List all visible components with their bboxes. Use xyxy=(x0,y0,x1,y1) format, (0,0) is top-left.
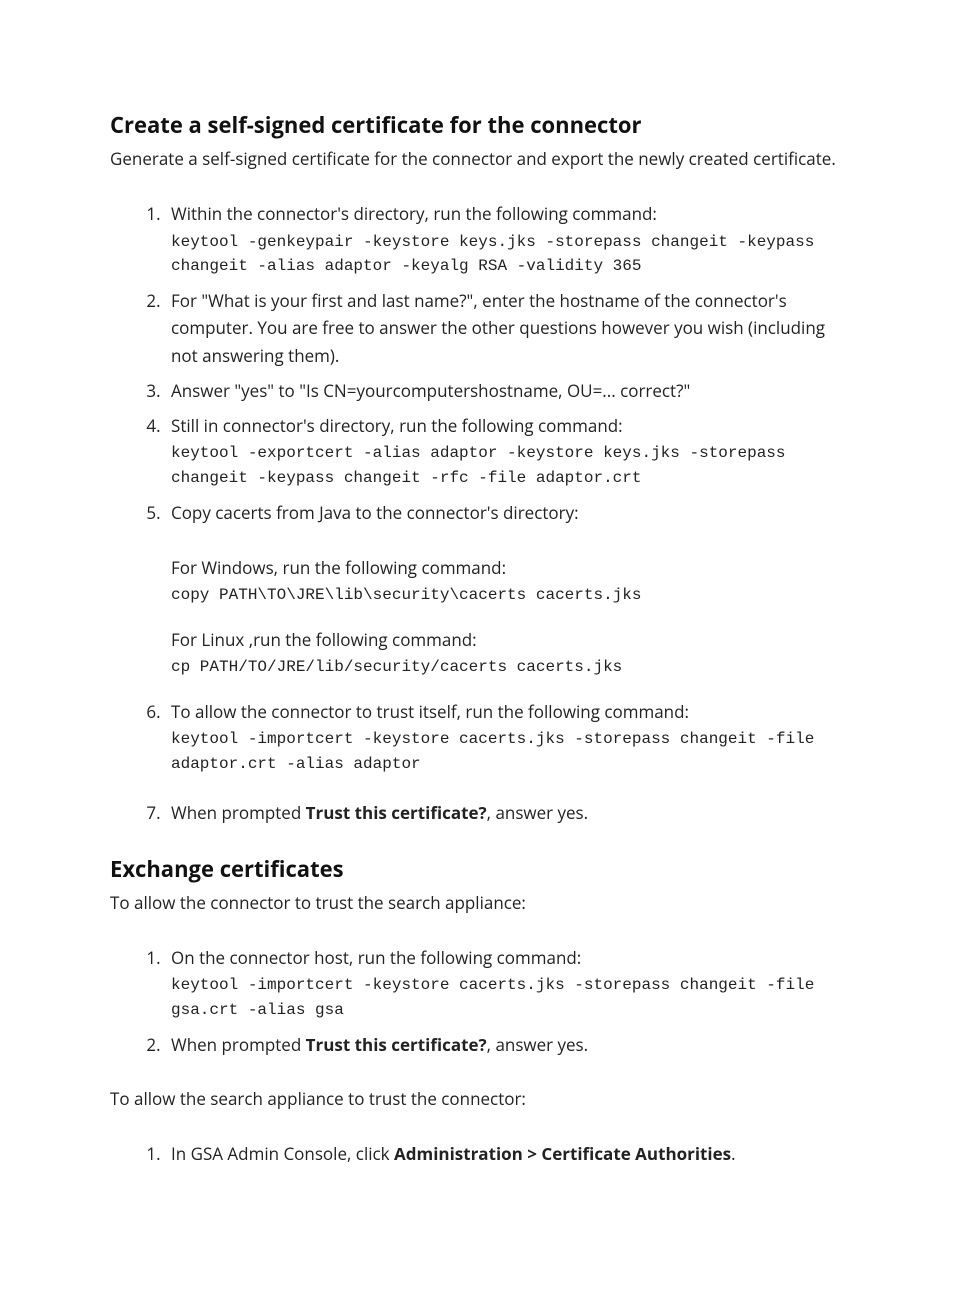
steps-list-exchange-b: In GSA Admin Console, click Administrati… xyxy=(110,1140,844,1167)
step-5-windows-command: copy PATH\TO\JRE\lib\security\cacerts ca… xyxy=(171,583,844,608)
step-5-linux-label: For Linux ,run the following command: xyxy=(171,626,844,653)
step-7-bold: Trust this certificate? xyxy=(306,801,487,824)
step-2: For "What is your first and last name?",… xyxy=(165,287,844,369)
section-heading-create-cert: Create a self-signed certificate for the… xyxy=(110,110,844,140)
step-6-text: To allow the connector to trust itself, … xyxy=(171,700,689,723)
exchange-a-step-2-bold: Trust this certificate? xyxy=(306,1033,487,1056)
exchange-a-step-1: On the connector host, run the following… xyxy=(165,944,844,1023)
exchange-b-step-1-pre: In GSA Admin Console, click xyxy=(171,1142,394,1165)
section-lead-exchange-2: To allow the search appliance to trust t… xyxy=(110,1086,844,1112)
step-7: When prompted Trust this certificate?, a… xyxy=(165,799,844,826)
step-5-windows: For Windows, run the following command: … xyxy=(171,554,844,608)
step-1: Within the connector's directory, run th… xyxy=(165,200,844,279)
exchange-a-step-2: When prompted Trust this certificate?, a… xyxy=(165,1031,844,1058)
step-6-command: keytool -importcert -keystore cacerts.jk… xyxy=(171,727,844,777)
step-4-command: keytool -exportcert -alias adaptor -keys… xyxy=(171,441,844,491)
section-lead-exchange-1: To allow the connector to trust the sear… xyxy=(110,890,844,916)
step-7-post: , answer yes. xyxy=(487,801,589,824)
step-3: Answer "yes" to "Is CN=yourcomputershost… xyxy=(165,377,844,404)
step-7-pre: When prompted xyxy=(171,801,306,824)
exchange-a-step-1-text: On the connector host, run the following… xyxy=(171,946,581,969)
step-4: Still in connector's directory, run the … xyxy=(165,412,844,491)
step-4-text: Still in connector's directory, run the … xyxy=(171,414,623,437)
exchange-b-step-1-bold: Administration > Certificate Authorities xyxy=(394,1142,731,1165)
step-1-command: keytool -genkeypair -keystore keys.jks -… xyxy=(171,230,844,280)
exchange-a-step-2-pre: When prompted xyxy=(171,1033,306,1056)
steps-list-create-cert: Within the connector's directory, run th… xyxy=(110,200,844,825)
step-6: To allow the connector to trust itself, … xyxy=(165,698,844,777)
step-5-linux: For Linux ,run the following command: cp… xyxy=(171,626,844,680)
step-5: Copy cacerts from Java to the connector'… xyxy=(165,499,844,680)
document-page: Create a self-signed certificate for the… xyxy=(0,0,954,1296)
steps-list-exchange-a: On the connector host, run the following… xyxy=(110,944,844,1058)
step-5-linux-command: cp PATH/TO/JRE/lib/security/cacerts cace… xyxy=(171,655,844,680)
exchange-b-step-1-post: . xyxy=(731,1142,735,1165)
step-1-text: Within the connector's directory, run th… xyxy=(171,202,657,225)
step-5-text: Copy cacerts from Java to the connector'… xyxy=(171,501,579,524)
exchange-a-step-1-command: keytool -importcert -keystore cacerts.jk… xyxy=(171,973,844,1023)
step-5-windows-label: For Windows, run the following command: xyxy=(171,554,844,581)
section-lead-create-cert: Generate a self-signed certificate for t… xyxy=(110,146,844,172)
exchange-a-step-2-post: , answer yes. xyxy=(487,1033,589,1056)
section-heading-exchange: Exchange certificates xyxy=(110,854,844,884)
exchange-b-step-1: In GSA Admin Console, click Administrati… xyxy=(165,1140,844,1167)
